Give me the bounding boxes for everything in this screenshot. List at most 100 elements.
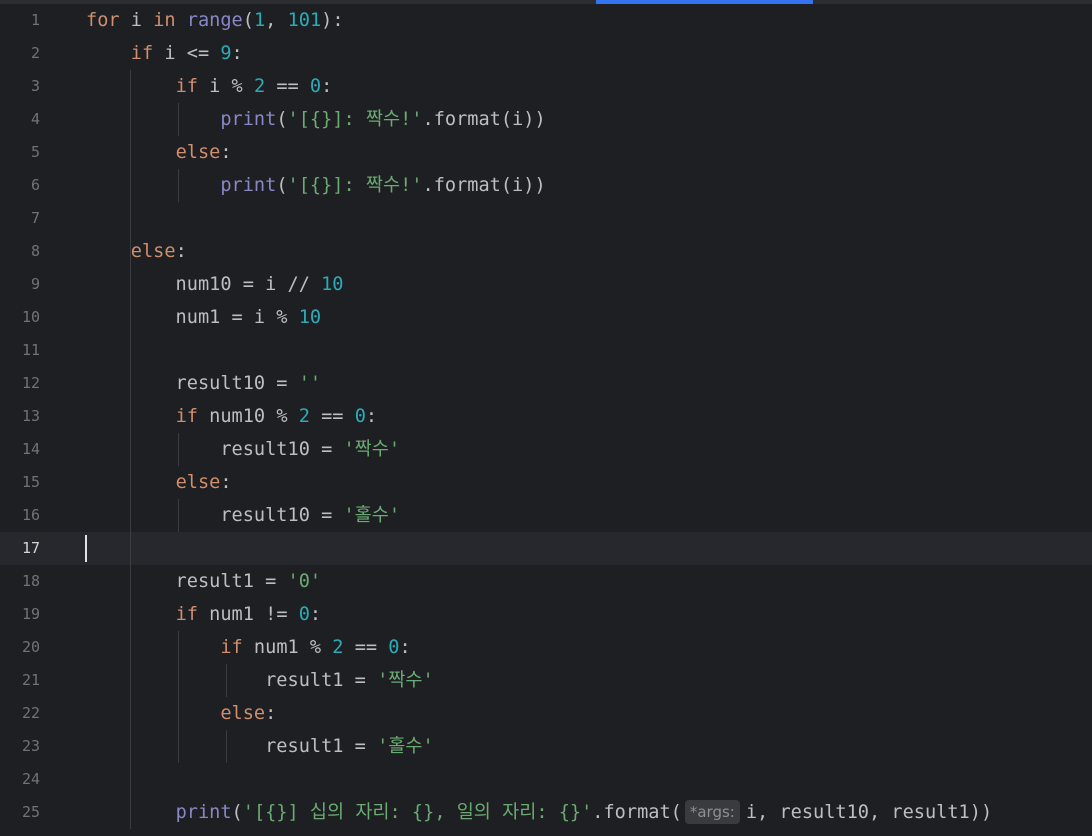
number-token: 1 xyxy=(253,10,266,31)
code-token: num1 != xyxy=(197,604,299,625)
code-line[interactable]: 20 if num1 % 2 == 0: xyxy=(0,631,1092,664)
code-text[interactable]: else: xyxy=(86,697,276,730)
code-text[interactable]: num10 = i // 10 xyxy=(86,268,344,301)
keyword-token: else xyxy=(175,472,221,493)
code-text[interactable]: print('[{}]: 짝수!'.format(i)) xyxy=(86,169,545,202)
code-line[interactable]: 13 if num10 % 2 == 0: xyxy=(0,400,1092,433)
line-number[interactable]: 12 xyxy=(0,367,40,400)
number-token: 0 xyxy=(388,637,400,658)
code-editor[interactable]: 1 for i in range(1, 101): 2 if i <= 9: 3 if… xyxy=(0,0,1092,836)
code-line[interactable]: 6 print('[{}]: 짝수!'.format(i)) xyxy=(0,169,1092,202)
line-number[interactable]: 10 xyxy=(0,301,40,334)
line-number[interactable]: 19 xyxy=(0,598,40,631)
line-number[interactable]: 18 xyxy=(0,565,40,598)
code-token: : xyxy=(365,406,378,427)
code-text[interactable]: result10 = '' xyxy=(86,367,322,400)
number-token: 9 xyxy=(220,43,232,64)
code-line[interactable]: 5 else: xyxy=(0,136,1092,169)
line-number[interactable]: 24 xyxy=(0,763,40,796)
code-text[interactable]: num1 = i % 10 xyxy=(86,301,322,334)
line-number[interactable]: 11 xyxy=(0,334,40,367)
line-number[interactable]: 16 xyxy=(0,499,40,532)
code-text[interactable]: if i % 2 == 0: xyxy=(86,70,333,103)
line-number[interactable]: 14 xyxy=(0,433,40,466)
code-area[interactable]: 1 for i in range(1, 101): 2 if i <= 9: 3 if… xyxy=(0,0,1092,836)
number-token: 0 xyxy=(298,604,310,625)
line-number[interactable]: 8 xyxy=(0,235,40,268)
line-number[interactable]: 4 xyxy=(0,103,40,136)
line-number[interactable]: 20 xyxy=(0,631,40,664)
code-text[interactable]: print('[{}] 십의 자리: {}, 일의 자리: {}'.format… xyxy=(86,796,992,829)
code-line[interactable]: 11 xyxy=(0,334,1092,367)
line-number[interactable]: 7 xyxy=(0,202,40,235)
code-line[interactable]: 23 result1 = '홀수' xyxy=(0,730,1092,763)
line-number[interactable]: 22 xyxy=(0,697,40,730)
code-text[interactable]: if num1 % 2 == 0: xyxy=(86,631,411,664)
code-text[interactable]: else: xyxy=(86,235,187,268)
code-text[interactable]: result10 = '홀수' xyxy=(86,499,400,532)
code-line[interactable]: 17 xyxy=(0,532,1092,565)
code-text[interactable]: if num1 != 0: xyxy=(86,598,322,631)
code-line[interactable]: 24 xyxy=(0,763,1092,796)
line-number[interactable]: 23 xyxy=(0,730,40,763)
code-token: num1 % xyxy=(242,637,333,658)
string-token: '홀수' xyxy=(377,736,434,757)
code-text[interactable]: if i <= 9: xyxy=(86,37,243,70)
code-text[interactable]: else: xyxy=(86,466,232,499)
line-number[interactable]: 13 xyxy=(0,400,40,433)
indent-guide xyxy=(178,433,179,466)
line-number[interactable]: 6 xyxy=(0,169,40,202)
line-number[interactable]: 5 xyxy=(0,136,40,169)
code-text[interactable]: result1 = '홀수' xyxy=(86,730,434,763)
code-token: : xyxy=(399,637,411,658)
code-line[interactable]: 8 else: xyxy=(0,235,1092,268)
code-token: .format( xyxy=(592,802,682,823)
code-text[interactable]: else: xyxy=(86,136,232,169)
line-number[interactable]: 25 xyxy=(0,796,40,829)
line-number[interactable]: 21 xyxy=(0,664,40,697)
code-text[interactable]: result1 = '0' xyxy=(86,565,322,598)
code-line[interactable]: 9 num10 = i // 10 xyxy=(0,268,1092,301)
line-number[interactable]: 3 xyxy=(0,70,40,103)
code-text[interactable]: result1 = '짝수' xyxy=(86,664,434,697)
number-token: 101 xyxy=(287,10,322,31)
code-token: , xyxy=(265,10,288,31)
code-token: result10 = xyxy=(86,439,344,460)
code-line[interactable]: 15 else: xyxy=(0,466,1092,499)
code-line[interactable]: 1 for i in range(1, 101): xyxy=(0,4,1092,37)
number-token: 2 xyxy=(253,76,266,97)
code-line[interactable]: 25 print('[{}] 십의 자리: {}, 일의 자리: {}'.for… xyxy=(0,796,1092,829)
keyword-token: else xyxy=(130,241,176,262)
code-token: ( xyxy=(242,10,254,31)
code-line[interactable]: 18 result1 = '0' xyxy=(0,565,1092,598)
line-number[interactable]: 2 xyxy=(0,37,40,70)
keyword-token: if xyxy=(175,76,198,97)
code-line[interactable]: 12 result10 = '' xyxy=(0,367,1092,400)
line-number[interactable]: 1 xyxy=(0,4,40,37)
string-token: '[{}]: 짝수!' xyxy=(287,109,423,130)
code-token: num10 = i // xyxy=(86,274,322,295)
line-number[interactable]: 15 xyxy=(0,466,40,499)
keyword-token: else xyxy=(220,703,266,724)
code-text[interactable]: for i in range(1, 101): xyxy=(86,4,344,37)
code-text[interactable]: print('[{}]: 짝수!'.format(i)) xyxy=(86,103,545,136)
code-line[interactable]: 22 else: xyxy=(0,697,1092,730)
code-text[interactable]: result10 = '짝수' xyxy=(86,433,400,466)
code-line[interactable]: 16 result10 = '홀수' xyxy=(0,499,1092,532)
line-number[interactable]: 9 xyxy=(0,268,40,301)
code-line[interactable]: 4 print('[{}]: 짝수!'.format(i)) xyxy=(0,103,1092,136)
code-token: i % xyxy=(197,76,254,97)
code-line[interactable]: 2 if i <= 9: xyxy=(0,37,1092,70)
code-line[interactable]: 3 if i % 2 == 0: xyxy=(0,70,1092,103)
code-token: i, result10, result1)) xyxy=(745,802,993,823)
code-line[interactable]: 7 xyxy=(0,202,1092,235)
indent-guide xyxy=(226,730,227,763)
code-line[interactable]: 19 if num1 != 0: xyxy=(0,598,1092,631)
line-number[interactable]: 17 xyxy=(0,532,40,565)
code-line[interactable]: 10 num1 = i % 10 xyxy=(0,301,1092,334)
keyword-token: in xyxy=(153,10,176,31)
code-line[interactable]: 21 result1 = '짝수' xyxy=(0,664,1092,697)
keyword-token: else xyxy=(175,142,221,163)
code-line[interactable]: 14 result10 = '짝수' xyxy=(0,433,1092,466)
